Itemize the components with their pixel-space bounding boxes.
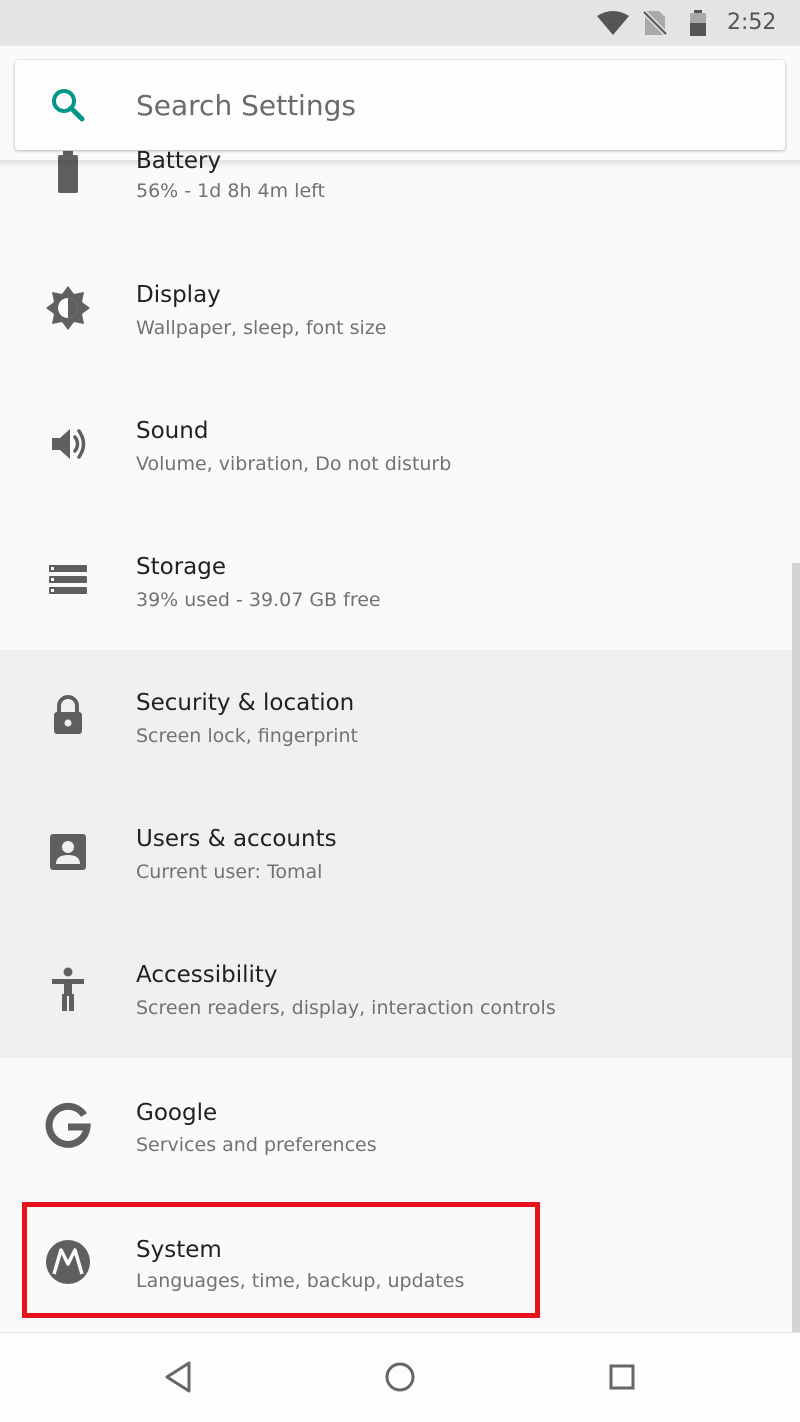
settings-list[interactable]: Battery 56% - 1d 8h 4m left Display Wall…: [0, 0, 800, 1332]
google-icon: [45, 1102, 91, 1148]
settings-item-summary: Screen lock, fingerprint: [136, 725, 359, 747]
navigation-bar: [0, 1332, 800, 1422]
settings-item-title: Display: [136, 282, 221, 308]
highlight-annotation-box: [22, 1202, 540, 1318]
scrollbar[interactable]: [792, 563, 800, 1333]
settings-item-sound[interactable]: Sound Volume, vibration, Do not disturb: [0, 376, 792, 512]
settings-item-title: Security & location: [136, 690, 355, 716]
settings-item-google[interactable]: Google Services and preferences: [0, 1056, 792, 1192]
storage-icon: [49, 565, 87, 594]
settings-item-storage[interactable]: Storage 39% used - 39.07 GB free: [0, 512, 792, 648]
no-sim-icon: [643, 10, 667, 36]
settings-item-security[interactable]: Security & location Screen lock, fingerp…: [0, 648, 792, 784]
settings-item-display[interactable]: Display Wallpaper, sleep, font size: [0, 240, 792, 376]
search-bar[interactable]: Search Settings: [15, 60, 785, 150]
account-box-icon: [50, 834, 86, 870]
settings-item-title: Google: [136, 1100, 218, 1126]
header-shadow: [0, 160, 800, 168]
settings-item-summary: Wallpaper, sleep, font size: [136, 317, 387, 339]
battery-icon: [690, 10, 706, 36]
home-icon[interactable]: [378, 1355, 422, 1399]
settings-item-title: Storage: [136, 554, 226, 580]
lock-icon: [54, 695, 82, 734]
settings-item-summary: Screen readers, display, interaction con…: [136, 997, 556, 1019]
battery-icon: [58, 151, 78, 193]
settings-item-summary: 56% - 1d 8h 4m left: [136, 180, 325, 202]
back-icon[interactable]: [156, 1355, 200, 1399]
status-time: 2:52: [727, 10, 777, 35]
settings-screen: Battery 56% - 1d 8h 4m left Display Wall…: [0, 0, 800, 1422]
search-icon: [52, 89, 85, 122]
wifi-icon: [597, 11, 629, 35]
settings-item-title: Accessibility: [136, 962, 278, 988]
settings-item-title: Users & accounts: [136, 826, 337, 852]
settings-item-users[interactable]: Users & accounts Current user: Tomal: [0, 784, 792, 920]
settings-item-summary: Current user: Tomal: [136, 861, 323, 883]
brightness-icon: [46, 286, 90, 330]
volume-icon: [52, 429, 86, 459]
settings-item-summary: 39% used - 39.07 GB free: [136, 589, 381, 611]
recents-icon[interactable]: [600, 1355, 644, 1399]
search-placeholder: Search Settings: [136, 89, 356, 122]
settings-item-title: Sound: [136, 418, 209, 444]
settings-item-summary: Services and preferences: [136, 1134, 377, 1156]
accessibility-icon: [52, 967, 84, 1011]
settings-item-accessibility[interactable]: Accessibility Screen readers, display, i…: [0, 920, 792, 1056]
status-bar: 2:52: [0, 0, 800, 46]
settings-item-summary: Volume, vibration, Do not disturb: [136, 453, 452, 475]
